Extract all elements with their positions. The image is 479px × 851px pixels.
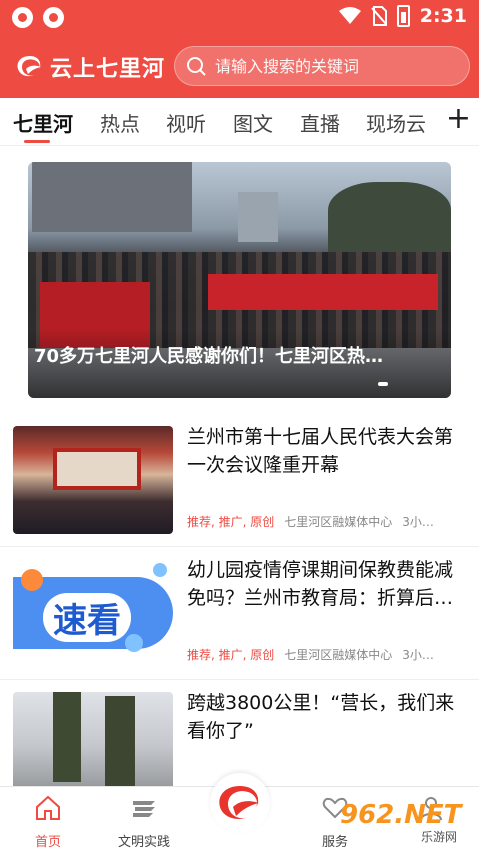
app-header: 云上七里河 [0,34,479,98]
news-tags: 推荐, 推广, 原创 [187,515,275,529]
carousel-indicator [378,382,388,386]
news-thumbnail [13,426,173,534]
news-source: 七里河区融媒体中心 [284,515,393,529]
search-input[interactable] [215,56,455,76]
nav-label: 首页 [34,835,61,850]
add-channel-button[interactable]: + [446,104,471,134]
notification-icon [12,7,33,28]
status-bar: 2:31 [0,0,479,34]
notification-icon [43,7,64,28]
news-item[interactable]: 速看 幼儿园疫情停课期间保教费能减免吗？兰州市教育局：折算后… 推荐, 推广, … [0,548,479,680]
channel-tabs: 七里河 热点 视听 图文 直播 现场云 + [0,98,479,146]
notification-icons [12,7,64,28]
news-thumbnail: 速看 [13,559,173,667]
watermark-text: 962.NET [340,800,462,830]
news-meta: 推荐, 推广, 原创 七里河区融媒体中心 3小… [187,646,471,663]
banner-image [32,162,192,232]
news-title[interactable]: 兰州市第十七届人民代表大会第一次会议隆重开幕 [187,423,471,479]
banner-image-detail [328,182,451,252]
search-icon [187,57,206,76]
tab-hot[interactable]: 热点 [100,108,140,137]
news-tags: 推荐, 推广, 原创 [187,648,275,662]
clock: 2:31 [419,5,467,27]
banner-image-detail [238,192,278,242]
tab-live[interactable]: 直播 [300,108,340,137]
home-icon [36,795,60,820]
tab-pictures[interactable]: 图文 [233,108,273,137]
news-time: 3小… [402,648,434,662]
news-thumbnail [13,692,173,800]
news-time: 3小… [402,515,434,529]
thumb-text: 速看 [43,593,131,642]
tab-qilihe[interactable]: 七里河 [13,108,73,137]
banner-carousel[interactable]: 70多万七里河人民感谢你们！七里河区热… [28,162,451,398]
watermark-subtext: 乐游网 [418,828,461,845]
active-tab-indicator [24,140,50,143]
news-meta: 推荐, 推广, 原创 七里河区融媒体中心 3小… [187,513,471,530]
nav-label: 文明实践 [117,835,170,850]
battery-icon [396,5,410,27]
news-item[interactable]: 兰州市第十七届人民代表大会第一次会议隆重开幕 推荐, 推广, 原创 七里河区融媒… [0,415,479,547]
logo-center-icon [219,786,259,819]
thumb-shape [125,634,143,652]
search-box[interactable] [174,46,470,86]
wifi-icon [338,7,361,24]
news-source: 七里河区融媒体中心 [284,648,393,662]
news-title[interactable]: 跨越3800公里！“营长，我们来看你了” [187,689,471,745]
book-stack-icon [133,801,155,817]
nav-home[interactable]: 首页 [13,793,83,850]
no-sim-icon [370,6,387,26]
banner-caption[interactable]: 70多万七里河人民感谢你们！七里河区热… [34,342,441,368]
tab-audiovisual[interactable]: 视听 [166,108,206,137]
thumb-shape [21,569,43,591]
tab-scene-cloud[interactable]: 现场云 [366,108,426,137]
banner-image-detail [208,274,438,310]
center-logo-button[interactable] [210,773,270,833]
watermark: 962.NET 乐游网 [340,800,475,846]
logo-icon [17,56,41,77]
app-name: 云上七里河 [50,57,166,82]
news-title[interactable]: 幼儿园疫情停课期间保教费能减免吗？兰州市教育局：折算后… [187,556,471,612]
app-logo[interactable]: 云上七里河 [14,51,165,83]
nav-civilization-practice[interactable]: 文明实践 [109,793,179,850]
thumb-shape [153,563,167,577]
